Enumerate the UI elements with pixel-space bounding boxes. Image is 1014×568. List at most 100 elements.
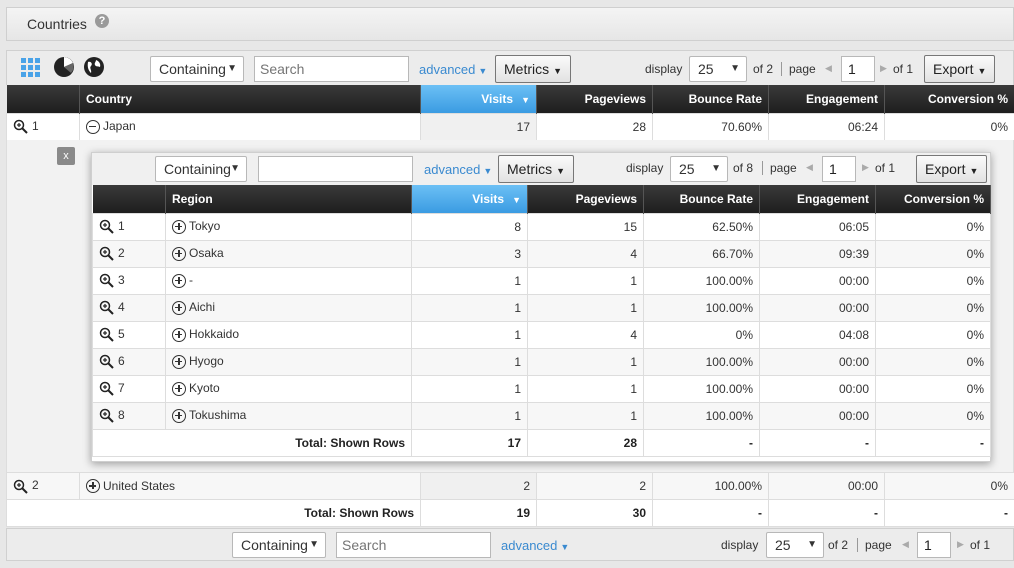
column-header-country[interactable]: Country bbox=[79, 85, 421, 113]
bottom-search-input[interactable] bbox=[336, 532, 491, 558]
pageviews-cell: 4 bbox=[527, 320, 644, 349]
pageviews-cell: 4 bbox=[527, 239, 644, 268]
visits-cell: 1 bbox=[411, 374, 528, 403]
expand-icon[interactable] bbox=[172, 327, 186, 342]
expand-icon[interactable] bbox=[172, 408, 186, 423]
row-index-cell: 3 bbox=[92, 266, 166, 295]
search-input[interactable] bbox=[254, 56, 409, 82]
pageviews-cell: 1 bbox=[527, 374, 644, 403]
zoom-in-icon[interactable] bbox=[13, 119, 28, 134]
prev-page-icon[interactable]: ◀ bbox=[806, 162, 813, 173]
column-header-engagement[interactable]: Engagement bbox=[768, 85, 885, 113]
pie-chart-icon[interactable] bbox=[53, 56, 75, 78]
table-row[interactable]: 1 Japan 17 28 70.60% 06:24 0% bbox=[6, 112, 1014, 141]
table-row[interactable]: 2 Osaka 3 4 66.70% 09:39 0% bbox=[92, 239, 991, 268]
engagement-cell: 00:00 bbox=[759, 347, 876, 376]
conversion-cell: 0% bbox=[884, 472, 1014, 500]
column-header-conversion[interactable]: Conversion % bbox=[875, 185, 991, 213]
conversion-cell: 0% bbox=[875, 212, 991, 241]
column-header-bounce-rate[interactable]: Bounce Rate bbox=[652, 85, 769, 113]
expand-icon[interactable] bbox=[172, 246, 186, 261]
zoom-in-icon[interactable] bbox=[99, 408, 114, 423]
bottom-advanced-filter-link[interactable]: advanced ▼ bbox=[501, 538, 569, 553]
export-button[interactable]: Export ▼ bbox=[924, 55, 996, 83]
column-header-region[interactable]: Region bbox=[165, 185, 412, 213]
sub-export-button[interactable]: Export ▼ bbox=[916, 155, 988, 183]
table-row[interactable]: 4 Aichi 1 1 100.00% 00:00 0% bbox=[92, 293, 991, 322]
next-page-icon[interactable]: ▶ bbox=[862, 162, 869, 173]
display-count-select[interactable]: 25 ▼ bbox=[689, 56, 747, 82]
total-pageviews: 28 bbox=[527, 428, 644, 457]
column-header-bounce-rate[interactable]: Bounce Rate bbox=[643, 185, 760, 213]
bottom-filter-mode-select[interactable]: Containing ▼ bbox=[232, 532, 326, 558]
conversion-cell: 0% bbox=[875, 401, 991, 430]
column-header-pageviews[interactable]: Pageviews bbox=[536, 85, 653, 113]
bottom-display-count-select[interactable]: 25 ▼ bbox=[766, 532, 824, 558]
grid-view-icon[interactable] bbox=[21, 58, 43, 78]
sub-page-number-input[interactable]: 1 bbox=[822, 156, 856, 182]
conversion-cell: 0% bbox=[884, 112, 1014, 141]
display-count-value: 25 bbox=[698, 61, 714, 77]
collapse-icon[interactable] bbox=[86, 119, 100, 134]
next-page-icon[interactable]: ▶ bbox=[880, 63, 887, 74]
table-row[interactable]: 1 Tokyo 8 15 62.50% 06:05 0% bbox=[92, 212, 991, 241]
table-row[interactable]: 6 Hyogo 1 1 100.00% 00:00 0% bbox=[92, 347, 991, 376]
page-number-input[interactable]: 1 bbox=[841, 56, 875, 82]
row-index: 3 bbox=[118, 272, 125, 287]
pageviews-cell: 2 bbox=[536, 472, 653, 500]
expand-icon[interactable] bbox=[172, 273, 186, 288]
total-visits: 17 bbox=[411, 428, 528, 457]
column-header-visits[interactable]: Visits ▼ bbox=[420, 85, 537, 113]
prev-page-icon[interactable]: ◀ bbox=[902, 539, 909, 550]
visits-cell: 17 bbox=[420, 112, 537, 141]
engagement-cell: 06:05 bbox=[759, 212, 876, 241]
page-title: Countries bbox=[27, 16, 87, 32]
prev-page-icon[interactable]: ◀ bbox=[825, 63, 832, 74]
table-row[interactable]: 7 Kyoto 1 1 100.00% 00:00 0% bbox=[92, 374, 991, 403]
expand-icon[interactable] bbox=[172, 300, 186, 315]
table-row[interactable]: 8 Tokushima 1 1 100.00% 00:00 0% bbox=[92, 401, 991, 430]
row-index: 1 bbox=[118, 218, 125, 233]
table-row[interactable]: 3-1 1 100.00% 00:00 0% bbox=[92, 266, 991, 295]
bottom-page-number-input[interactable]: 1 bbox=[917, 532, 951, 558]
close-drilldown-button[interactable]: x bbox=[57, 147, 75, 165]
sub-display-count-select[interactable]: 25 ▼ bbox=[670, 156, 728, 182]
column-header-engagement[interactable]: Engagement bbox=[759, 185, 876, 213]
chevron-down-icon: ▼ bbox=[230, 163, 240, 174]
filter-mode-select[interactable]: Containing ▼ bbox=[150, 56, 244, 82]
expand-icon[interactable] bbox=[172, 354, 186, 369]
column-header-visits[interactable]: Visits ▼ bbox=[411, 185, 528, 213]
sub-metrics-button[interactable]: Metrics ▼ bbox=[498, 155, 575, 183]
expand-icon[interactable] bbox=[86, 479, 100, 494]
zoom-in-icon[interactable] bbox=[99, 273, 114, 288]
zoom-in-icon[interactable] bbox=[99, 219, 114, 234]
table-row[interactable]: 2 United States 2 2 100.00% 00:00 0% bbox=[6, 472, 1014, 500]
metrics-button[interactable]: Metrics ▼ bbox=[495, 55, 572, 83]
top-toolbar: Containing ▼ advanced▼ Metrics▼ display … bbox=[6, 50, 1014, 85]
zoom-in-icon[interactable] bbox=[13, 479, 28, 494]
report-title-bar: Countries ? bbox=[6, 7, 1014, 41]
region-name: Hyogo bbox=[189, 354, 224, 369]
zoom-in-icon[interactable] bbox=[99, 354, 114, 369]
next-page-icon[interactable]: ▶ bbox=[957, 539, 964, 550]
zoom-in-icon[interactable] bbox=[99, 381, 114, 396]
help-icon[interactable]: ? bbox=[95, 14, 109, 28]
sub-search-input[interactable] bbox=[258, 156, 413, 182]
zoom-in-icon[interactable] bbox=[99, 246, 114, 261]
countries-table: Country Visits ▼ Pageviews Bounce Rate En… bbox=[6, 85, 1014, 141]
sub-advanced-filter-link[interactable]: advanced ▼ bbox=[424, 162, 492, 177]
sub-filter-mode-select[interactable]: Containing ▼ bbox=[155, 156, 247, 182]
column-header-conversion[interactable]: Conversion % bbox=[884, 85, 1014, 113]
table-row[interactable]: 5 Hokkaido 1 4 0% 04:08 0% bbox=[92, 320, 991, 349]
expand-icon[interactable] bbox=[172, 381, 186, 396]
globe-map-icon[interactable] bbox=[83, 56, 105, 78]
visits-header-label: Visits bbox=[472, 191, 505, 206]
advanced-filter-link[interactable]: advanced ▼ bbox=[419, 62, 487, 77]
zoom-in-icon[interactable] bbox=[99, 327, 114, 342]
zoom-in-icon[interactable] bbox=[99, 300, 114, 315]
total-bounce-rate: - bbox=[652, 499, 769, 527]
column-header-pageviews[interactable]: Pageviews bbox=[527, 185, 644, 213]
region-cell: Tokyo bbox=[165, 212, 412, 241]
expand-icon[interactable] bbox=[172, 219, 186, 234]
page-of: of 1 bbox=[893, 62, 914, 76]
